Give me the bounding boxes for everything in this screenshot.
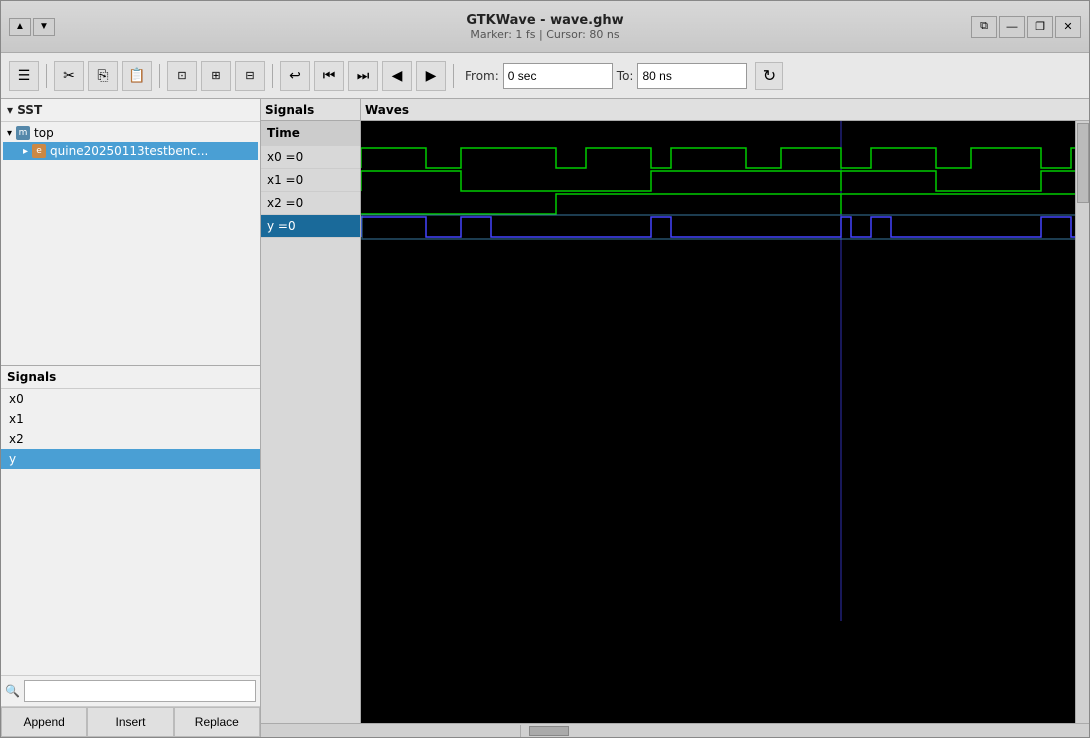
cut-button[interactable]: ✂	[54, 61, 84, 91]
wave-row-x1[interactable]: x1 =0	[261, 169, 360, 192]
search-input[interactable]	[24, 680, 256, 702]
main-window: ▲ ▼ GTKWave - wave.ghw Marker: 1 fs | Cu…	[0, 0, 1090, 738]
sst-title: SST	[17, 103, 42, 117]
left-scroll-placeholder	[261, 725, 521, 737]
right-panel: Signals Waves Time x0 =0 x1 =0 x2 =0 y =…	[261, 99, 1089, 737]
signals-panel: Signals x0 x1 x2 y 🔍	[1, 366, 260, 706]
window-subtitle: Marker: 1 fs | Cursor: 80 ns	[470, 28, 619, 41]
vertical-scrollbar[interactable]	[1075, 121, 1089, 723]
titlebar: ▲ ▼ GTKWave - wave.ghw Marker: 1 fs | Cu…	[1, 1, 1089, 53]
prev-marker-button[interactable]: ◀	[382, 61, 412, 91]
toolbar-sep-3	[272, 64, 273, 88]
wave-row-x2[interactable]: x2 =0	[261, 192, 360, 215]
append-button[interactable]: Append	[1, 707, 87, 737]
signal-item-x2[interactable]: x2	[1, 429, 260, 449]
toolbar-sep-4	[453, 64, 454, 88]
wave-header: Signals Waves	[261, 99, 1089, 121]
wave-signals-list: Time x0 =0 x1 =0 x2 =0 y =0	[261, 121, 361, 723]
toolbar-sep-2	[159, 64, 160, 88]
wave-row-time[interactable]: Time	[261, 121, 360, 146]
goto-start-button[interactable]: ⏮	[314, 61, 344, 91]
reload-button[interactable]: ↻	[755, 62, 783, 90]
collapse-down-button[interactable]: ▼	[33, 18, 55, 36]
tree-toggle-top: ▾	[7, 128, 12, 139]
restore-button[interactable]: ❐	[1027, 16, 1053, 38]
wave-row-x0[interactable]: x0 =0	[261, 146, 360, 169]
goto-end-button[interactable]: ⏭	[348, 61, 378, 91]
wave-content: Time x0 =0 x1 =0 x2 =0 y =0	[261, 121, 1089, 723]
paste-button[interactable]: 📋	[122, 61, 152, 91]
from-to-controls: From: To:	[465, 63, 747, 89]
undo-button[interactable]: ↩	[280, 61, 310, 91]
tree-item-testbench[interactable]: ▸ e quine20250113testbenc...	[3, 142, 258, 160]
collapse-up-button[interactable]: ▲	[9, 18, 31, 36]
wave-row-y[interactable]: y =0	[261, 215, 360, 238]
to-input[interactable]	[637, 63, 747, 89]
entity-icon: e	[32, 144, 46, 158]
wave-scrollbar-h[interactable]	[261, 723, 1089, 737]
window-title: GTKWave - wave.ghw	[466, 13, 623, 28]
tree-item-top[interactable]: ▾ m top	[3, 124, 258, 142]
signals-header: Signals	[1, 366, 260, 389]
wave-canvas-area[interactable]	[361, 121, 1075, 723]
module-icon: m	[16, 126, 30, 140]
minimize-button[interactable]: —	[999, 16, 1025, 38]
next-marker-button[interactable]: ▶	[416, 61, 446, 91]
menu-button[interactable]: ☰	[9, 61, 39, 91]
zoom-fit-button[interactable]: ⊡	[167, 61, 197, 91]
signal-item-x1[interactable]: x1	[1, 409, 260, 429]
toolbar-sep-1	[46, 64, 47, 88]
zoom-out-button[interactable]: ⊟	[235, 61, 265, 91]
copy-button[interactable]: ⎘	[88, 61, 118, 91]
bottom-buttons: Append Insert Replace	[1, 706, 260, 737]
h-scrollbar-track[interactable]	[521, 725, 1089, 737]
to-label: To:	[617, 69, 634, 83]
v-scroll-thumb[interactable]	[1077, 123, 1089, 203]
signals-col-header: Signals	[261, 99, 361, 120]
from-label: From:	[465, 69, 499, 83]
main-area: ▾ SST ▾ m top ▸ e quine20250113testbenc.…	[1, 99, 1089, 737]
sst-expand-icon: ▾	[7, 103, 17, 117]
sst-panel: ▾ SST ▾ m top ▸ e quine20250113testbenc.…	[1, 99, 260, 366]
tree-label-testbench: quine20250113testbenc...	[50, 144, 208, 158]
from-input[interactable]	[503, 63, 613, 89]
replace-button[interactable]: Replace	[174, 707, 260, 737]
waves-col-header: Waves	[361, 99, 1089, 120]
sst-header: ▾ SST	[1, 99, 260, 122]
window-controls: ⧉ — ❐ ✕	[971, 16, 1081, 38]
maximize-restore-button[interactable]: ⧉	[971, 16, 997, 38]
left-panel: ▾ SST ▾ m top ▸ e quine20250113testbenc.…	[1, 99, 261, 737]
tree-toggle-tb: ▸	[23, 146, 28, 157]
insert-button[interactable]: Insert	[87, 707, 173, 737]
search-bar: 🔍	[1, 675, 260, 706]
signal-item-y[interactable]: y	[1, 449, 260, 469]
waveform-svg	[361, 121, 1075, 723]
titlebar-collapse-controls: ▲ ▼	[9, 18, 55, 36]
h-scroll-thumb[interactable]	[529, 726, 569, 736]
signal-item-x0[interactable]: x0	[1, 389, 260, 409]
signals-list: x0 x1 x2 y	[1, 389, 260, 675]
sst-tree: ▾ m top ▸ e quine20250113testbenc...	[1, 122, 260, 365]
zoom-in-button[interactable]: ⊞	[201, 61, 231, 91]
tree-label-top: top	[34, 126, 54, 140]
close-button[interactable]: ✕	[1055, 16, 1081, 38]
search-icon: 🔍	[5, 684, 20, 698]
toolbar: ☰ ✂ ⎘ 📋 ⊡ ⊞ ⊟ ↩ ⏮ ⏭ ◀ ▶ From: To: ↻	[1, 53, 1089, 99]
